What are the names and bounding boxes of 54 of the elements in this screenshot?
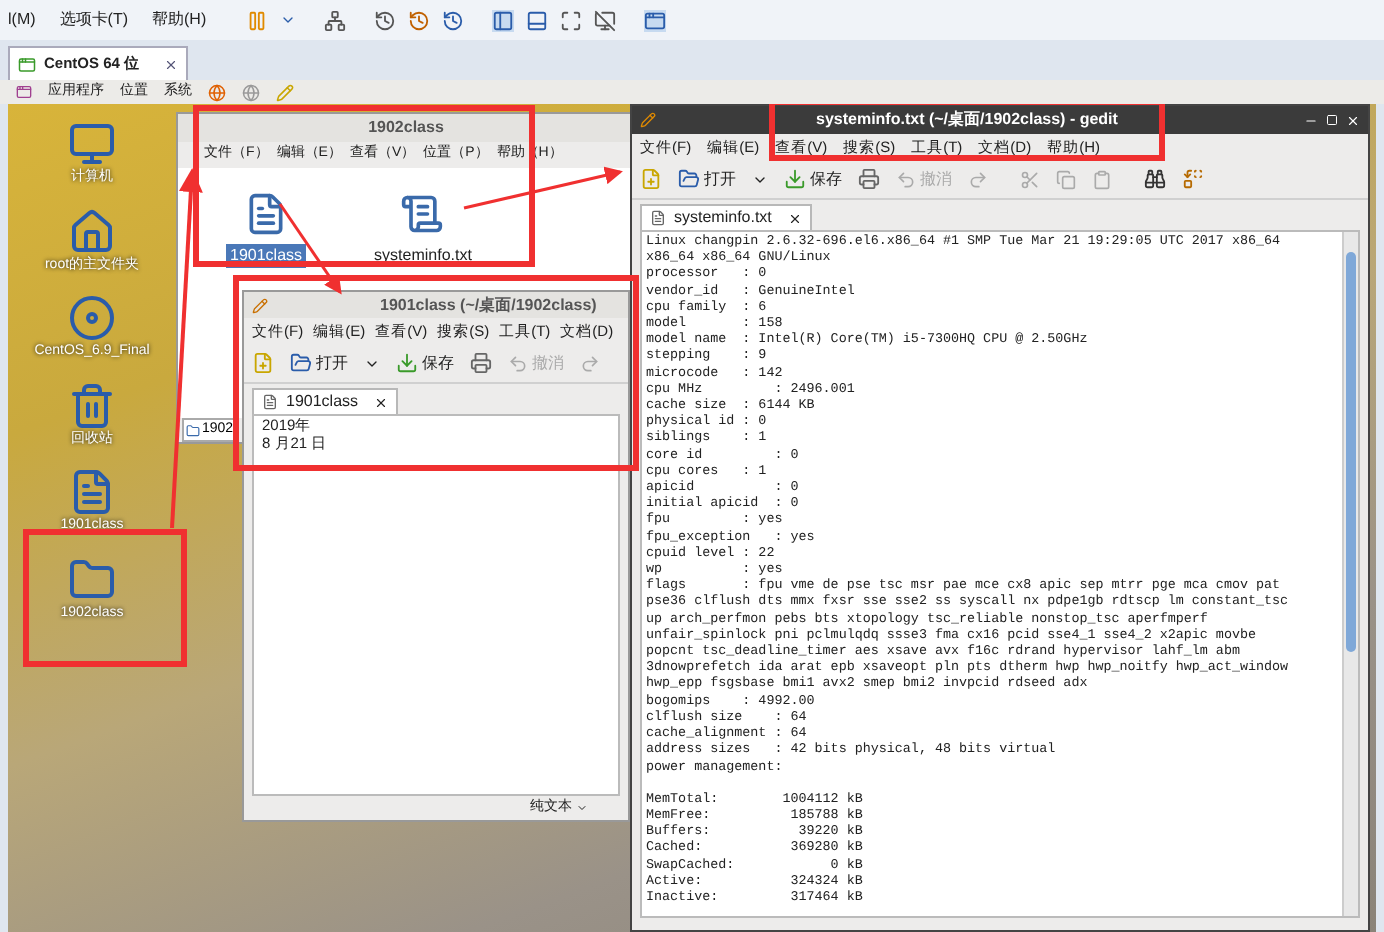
close-icon[interactable] <box>787 211 802 225</box>
menu-item[interactable]: 选项卡(T) <box>59 8 128 32</box>
applications-icon <box>16 84 32 100</box>
window-icon <box>18 55 36 73</box>
bottom-panel-icon[interactable] <box>526 9 549 31</box>
scrollbar[interactable] <box>1342 232 1358 916</box>
close-icon[interactable] <box>374 395 389 409</box>
maximize-icon[interactable] <box>1326 113 1338 125</box>
folder-icon <box>678 168 700 190</box>
open-button[interactable]: 打开 <box>678 167 736 191</box>
window-view-icon[interactable] <box>644 9 667 31</box>
sidebar-view-icon[interactable] <box>492 9 515 31</box>
gedit-icon <box>252 297 268 313</box>
window-title: 1901class (~/桌面/1902class) <box>380 293 597 317</box>
text-file-icon[interactable] <box>400 192 445 236</box>
snapshot-icon[interactable] <box>442 9 465 31</box>
window-title: systeminfo.txt (~/桌面/1902class) - gedit <box>816 108 1118 132</box>
browser-icon[interactable] <box>208 83 226 101</box>
document-tab[interactable]: 1901class <box>252 388 399 414</box>
save-button[interactable]: 保存 <box>396 351 454 375</box>
open-button[interactable]: 打开 <box>290 351 348 375</box>
folder-icon <box>290 352 312 374</box>
file-name[interactable]: systeminfo.txt <box>370 244 476 268</box>
window-title: 1902class <box>368 116 444 140</box>
save-button[interactable]: 保存 <box>784 167 842 191</box>
replace-icon[interactable] <box>1182 168 1204 190</box>
menu-item[interactable]: 帮助(H) <box>152 8 207 32</box>
gedit-icon <box>640 112 656 128</box>
undo-icon <box>896 169 916 189</box>
snapshot-icon[interactable] <box>374 9 397 31</box>
display-icon[interactable] <box>594 9 617 31</box>
trash-icon[interactable] <box>68 381 116 429</box>
undo-icon <box>508 353 528 373</box>
print-icon[interactable] <box>470 352 492 374</box>
menu-item[interactable]: l(M) <box>8 8 36 32</box>
document-icon <box>262 394 278 410</box>
caret-icon <box>576 802 588 814</box>
computer-icon[interactable] <box>68 120 116 168</box>
home-folder-icon[interactable] <box>68 207 116 255</box>
folder-icon[interactable] <box>68 555 116 603</box>
search-icon[interactable] <box>1144 168 1166 190</box>
close-icon[interactable] <box>164 57 179 71</box>
disc-icon[interactable] <box>68 294 116 342</box>
document-icon <box>650 210 666 226</box>
document-tab[interactable]: systeminfo.txt <box>640 204 812 230</box>
snapshot-icon[interactable] <box>408 9 431 31</box>
folder-icon <box>186 423 200 437</box>
document-icon[interactable] <box>68 468 116 516</box>
fullscreen-icon[interactable] <box>560 9 583 31</box>
download-icon <box>396 352 418 374</box>
dropdown-icon[interactable] <box>280 12 297 28</box>
print-icon[interactable] <box>858 168 880 190</box>
network-icon[interactable] <box>324 9 347 31</box>
download-icon <box>784 168 806 190</box>
